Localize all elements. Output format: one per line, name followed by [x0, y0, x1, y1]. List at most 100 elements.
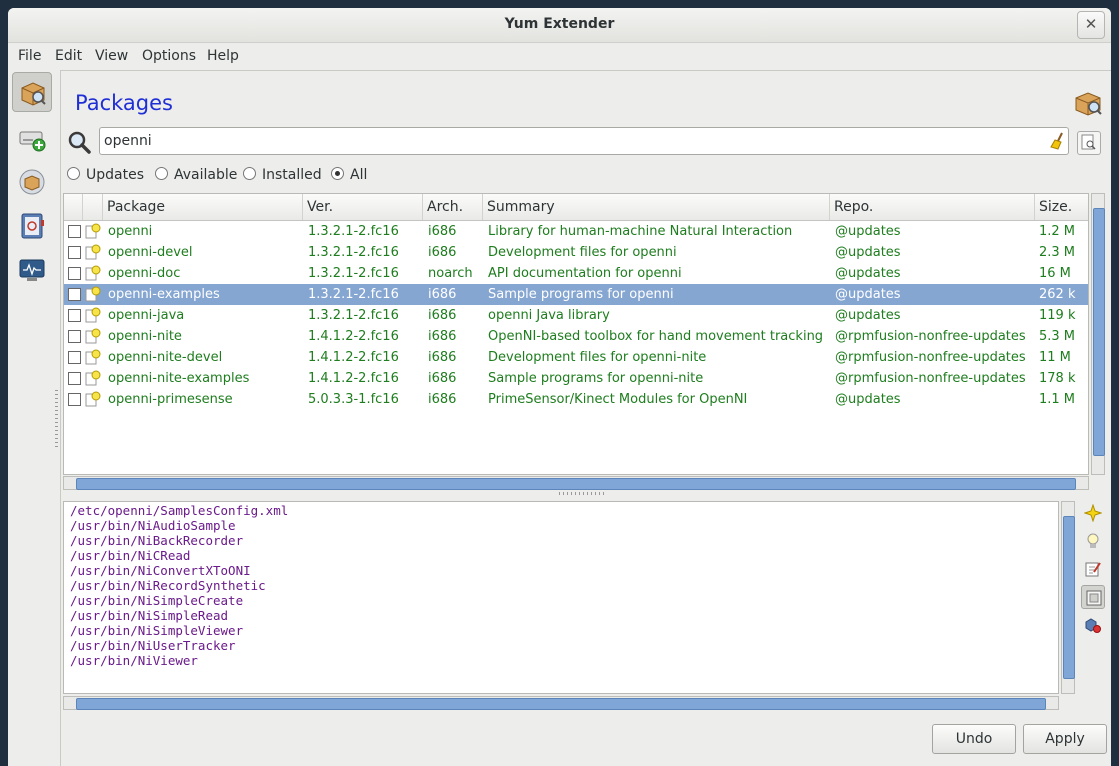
filter-available-label: Available — [174, 167, 238, 183]
filter-installed-radio[interactable]: Installed — [243, 167, 322, 183]
cell-arch: i686 — [428, 392, 457, 407]
row-checkbox[interactable] — [68, 267, 81, 280]
file-item: /usr/bin/NiRecordSynthetic — [70, 578, 266, 593]
filter-all-label: All — [350, 167, 368, 183]
close-window-button[interactable]: ✕ — [1077, 11, 1105, 39]
search-options-button[interactable] — [1077, 131, 1101, 155]
cell-arch: i686 — [428, 371, 457, 386]
scrollbar-thumb[interactable] — [76, 478, 1076, 490]
column-header-repo[interactable]: Repo. — [829, 194, 1034, 220]
table-row[interactable]: openni-nite-devel 1.4.1.2-2.fc16 i686 Devel… — [64, 347, 1088, 368]
file-list-icon — [1086, 590, 1102, 606]
cell-package: openni-primesense — [108, 392, 233, 407]
cell-summary: PrimeSensor/Kinect Modules for OpenNI — [488, 392, 748, 407]
title-bar: Yum Extender ✕ — [8, 8, 1111, 43]
history-book-icon — [21, 213, 44, 239]
files-tool[interactable] — [1081, 585, 1105, 609]
apply-button[interactable]: Apply — [1023, 724, 1107, 754]
table-row[interactable]: openni 1.3.2.1-2.fc16 i686 Library for huma… — [64, 221, 1088, 242]
radio-dot — [243, 167, 256, 180]
table-row[interactable]: openni-nite 1.4.1.2-2.fc16 i686 OpenNI-base… — [64, 326, 1088, 347]
package-search-icon — [1075, 92, 1102, 116]
cell-summary: Development files for openni-nite — [488, 350, 707, 365]
sidebar-output-button[interactable] — [12, 250, 52, 290]
cell-repo: @updates — [835, 266, 901, 281]
file-item: /etc/openni/SamplesConfig.xml — [70, 503, 289, 518]
row-checkbox[interactable] — [68, 225, 81, 238]
files-vertical-scrollbar[interactable] — [1061, 501, 1075, 694]
filter-all-radio[interactable]: All — [331, 167, 367, 183]
table-row[interactable]: openni-nite-examples 1.4.1.2-2.fc16 i686 Sa… — [64, 368, 1088, 389]
file-item: /usr/bin/NiSimpleRead — [70, 608, 229, 623]
column-header-arch[interactable]: Arch. — [422, 194, 482, 220]
table-row[interactable]: openni-examples 1.3.2.1-2.fc16 i686 Sample … — [64, 284, 1088, 305]
package-search-icon — [21, 82, 46, 106]
cell-package: openni-doc — [108, 266, 181, 281]
row-checkbox[interactable] — [68, 288, 81, 301]
file-item: /usr/bin/NiSimpleCreate — [70, 593, 244, 608]
menu-file[interactable]: File — [18, 48, 41, 64]
radio-dot — [155, 167, 168, 180]
notepad-icon — [1085, 562, 1101, 577]
menu-edit[interactable]: Edit — [55, 48, 82, 64]
undo-button[interactable]: Undo — [932, 724, 1016, 754]
cell-version: 1.4.1.2-2.fc16 — [308, 329, 399, 344]
files-horizontal-scrollbar[interactable] — [63, 696, 1059, 710]
file-item: /usr/bin/NiBackRecorder — [70, 533, 244, 548]
updateinfo-tool[interactable] — [1081, 529, 1105, 553]
column-header-package[interactable]: Package — [102, 194, 302, 220]
cell-arch: i686 — [428, 245, 457, 260]
cell-version: 1.4.1.2-2.fc16 — [308, 350, 399, 365]
sidebar-history-button[interactable] — [12, 206, 52, 246]
pane-resize-grip[interactable] — [559, 492, 607, 495]
table-row[interactable]: openni-primesense 5.0.3.3-1.fc16 i686 Prime… — [64, 389, 1088, 410]
package-state-icon — [85, 391, 101, 407]
filter-available-radio[interactable]: Available — [155, 167, 237, 183]
cell-summary: Sample programs for openni — [488, 287, 674, 302]
table-header: Package Ver. Arch. Summary Repo. Size. — [64, 194, 1088, 221]
row-checkbox[interactable] — [68, 330, 81, 343]
cell-package: openni-devel — [108, 245, 193, 260]
table-row[interactable]: openni-java 1.3.2.1-2.fc16 i686 openni Java… — [64, 305, 1088, 326]
clear-broom-icon[interactable] — [1049, 132, 1067, 150]
cell-size: 5.3 M — [1039, 329, 1076, 344]
cell-package: openni — [108, 224, 153, 239]
sidebar-groups-button[interactable] — [12, 162, 52, 202]
cell-version: 1.3.2.1-2.fc16 — [308, 266, 399, 281]
row-checkbox[interactable] — [68, 372, 81, 385]
column-header-select[interactable] — [82, 194, 102, 220]
dependencies-tool[interactable] — [1081, 613, 1105, 637]
cell-arch: noarch — [428, 266, 473, 281]
changelog-tool[interactable] — [1081, 557, 1105, 581]
cell-size: 178 k — [1039, 371, 1076, 386]
scrollbar-thumb[interactable] — [76, 698, 1046, 710]
package-info-toolbar — [1079, 501, 1107, 701]
menu-view[interactable]: View — [95, 48, 128, 64]
scrollbar-thumb[interactable] — [1063, 516, 1075, 679]
table-row[interactable]: openni-devel 1.3.2.1-2.fc16 i686 Developmen… — [64, 242, 1088, 263]
table-row[interactable]: openni-doc 1.3.2.1-2.fc16 noarch API docume… — [64, 263, 1088, 284]
filter-updates-radio[interactable]: Updates — [67, 167, 144, 183]
row-checkbox[interactable] — [68, 309, 81, 322]
main-window: Yum Extender ✕ File Edit View Options He… — [8, 8, 1111, 766]
menu-help[interactable]: Help — [207, 48, 239, 64]
table-horizontal-scrollbar[interactable] — [63, 476, 1089, 490]
row-checkbox[interactable] — [68, 246, 81, 259]
package-files-list: /etc/openni/SamplesConfig.xml /usr/bin/N… — [63, 501, 1059, 694]
column-header-size[interactable]: Size. — [1034, 194, 1088, 220]
sidebar-packages-button[interactable] — [12, 72, 52, 112]
sidebar-resize-grip[interactable] — [55, 390, 58, 450]
table-vertical-scrollbar[interactable] — [1091, 193, 1105, 475]
description-tool[interactable] — [1081, 501, 1105, 525]
cell-summary: OpenNI-based toolbox for hand movement t… — [488, 329, 824, 344]
scrollbar-thumb[interactable] — [1093, 208, 1105, 456]
search-bar — [67, 127, 1107, 157]
row-checkbox[interactable] — [68, 351, 81, 364]
row-checkbox[interactable] — [68, 393, 81, 406]
file-item: /usr/bin/NiUserTracker — [70, 638, 236, 653]
column-header-summary[interactable]: Summary — [482, 194, 829, 220]
column-header-version[interactable]: Ver. — [302, 194, 422, 220]
search-input[interactable] — [99, 127, 1069, 155]
menu-options[interactable]: Options — [142, 48, 196, 64]
sidebar-repositories-button[interactable] — [12, 118, 52, 158]
